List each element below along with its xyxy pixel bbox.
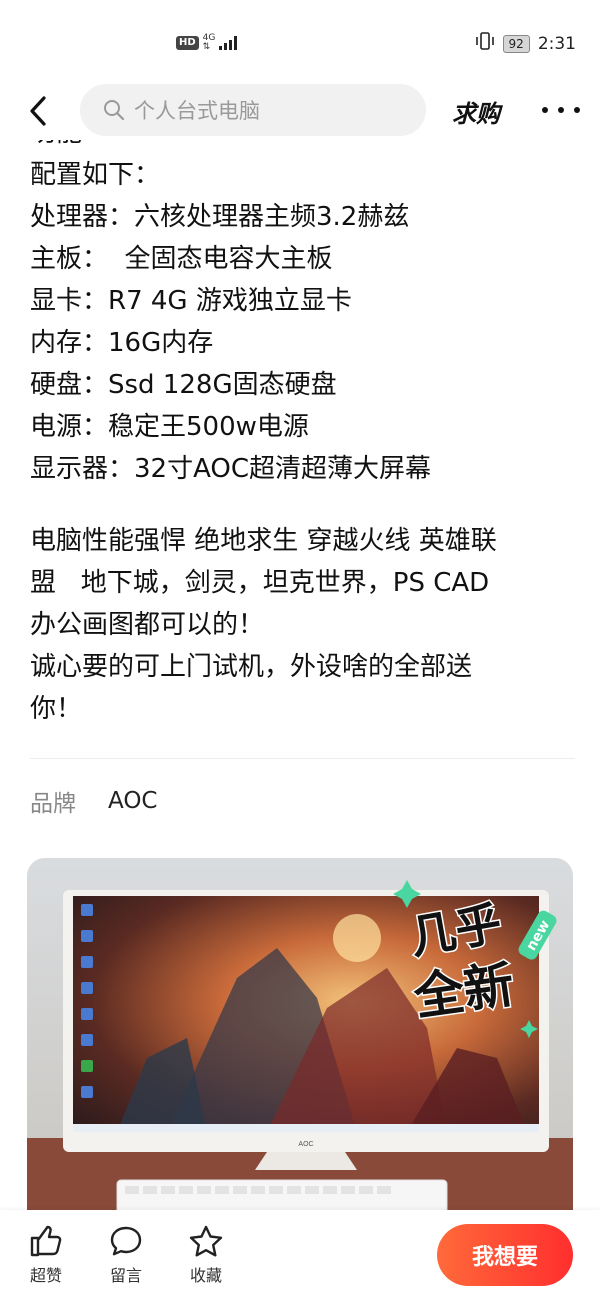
search-placeholder: 个人台式电脑 (134, 99, 260, 123)
keyboard (116, 1179, 448, 1210)
description-cut-line: 功能 (30, 140, 575, 154)
favorite-button[interactable]: 收藏 (176, 1224, 236, 1286)
bottom-action-bar: 超赞 留言 收藏 我想要 (0, 1210, 600, 1300)
comment-button[interactable]: 留言 (96, 1224, 156, 1286)
hd-badge: HD (176, 36, 199, 50)
config-line: 主板： 全固态电容大主板 (30, 244, 333, 274)
description-line: 办公画图都可以的！ (30, 610, 265, 640)
config-line: 显示器：32寸AOC超清超薄大屏幕 (30, 454, 432, 484)
brand-row: 品牌 AOC (30, 784, 158, 818)
comment-icon (110, 1226, 142, 1256)
status-bar: HD 4G ⇅ 92 2:31 (0, 0, 600, 80)
monitor-brand: AOC (298, 1141, 313, 1148)
qiugou-button[interactable]: 求购 (452, 94, 500, 129)
back-button[interactable] (22, 92, 58, 130)
almost-new-sticker: 几乎 全新 new (393, 880, 557, 1038)
clock: 2:31 (537, 33, 576, 54)
comment-label: 留言 (109, 1266, 142, 1285)
search-input[interactable]: 个人台式电脑 (80, 84, 426, 136)
status-right: 92 2:31 (475, 32, 576, 55)
config-line: 硬盘：Ssd 128G固态硬盘 (30, 370, 337, 400)
item-description: 功能 配置如下： 处理器：六核处理器主频3.2赫兹 主板： 全固态电容大主板 显… (30, 140, 575, 748)
config-line: 内存：16G内存 (30, 328, 214, 358)
network-activity: ⇅ (202, 42, 211, 52)
like-button[interactable]: 超赞 (16, 1224, 76, 1286)
brand-value: AOC (108, 788, 158, 814)
divider (30, 758, 575, 759)
star-icon (189, 1225, 223, 1257)
search-icon (104, 100, 125, 121)
network-status: HD 4G ⇅ (176, 34, 238, 52)
vibrate-icon (475, 32, 495, 55)
thumbs-up-icon (30, 1225, 62, 1257)
description-line: 盟 地下城，剑灵，坦克世界，PS CAD (30, 568, 490, 598)
config-line: 配置如下： (30, 160, 161, 190)
signal-icon (219, 36, 238, 50)
config-line: 处理器：六核处理器主频3.2赫兹 (30, 202, 410, 232)
description-line: 你！ (30, 694, 83, 724)
brand-label: 品牌 (30, 791, 76, 817)
network-type: 4G ⇅ (203, 34, 216, 52)
want-button[interactable]: 我想要 (437, 1224, 573, 1286)
battery-icon: 92 (502, 34, 530, 53)
chevron-left-icon (30, 96, 46, 126)
config-line: 显卡：R7 4G 游戏独立显卡 (30, 286, 352, 316)
description-line: 电脑性能强悍 绝地求生 穿越火线 英雄联 (30, 526, 497, 556)
more-options-icon[interactable] (542, 98, 580, 122)
product-image[interactable]: AOC 几乎 全新 new (27, 858, 573, 1210)
description-line: 诚心要的可上门试机，外设啥的全部送 (30, 652, 473, 682)
favorite-label: 收藏 (189, 1266, 222, 1285)
like-label: 超赞 (29, 1266, 62, 1285)
config-line: 电源：稳定王500w电源 (30, 412, 309, 442)
top-nav: 个人台式电脑 求购 (0, 84, 600, 138)
